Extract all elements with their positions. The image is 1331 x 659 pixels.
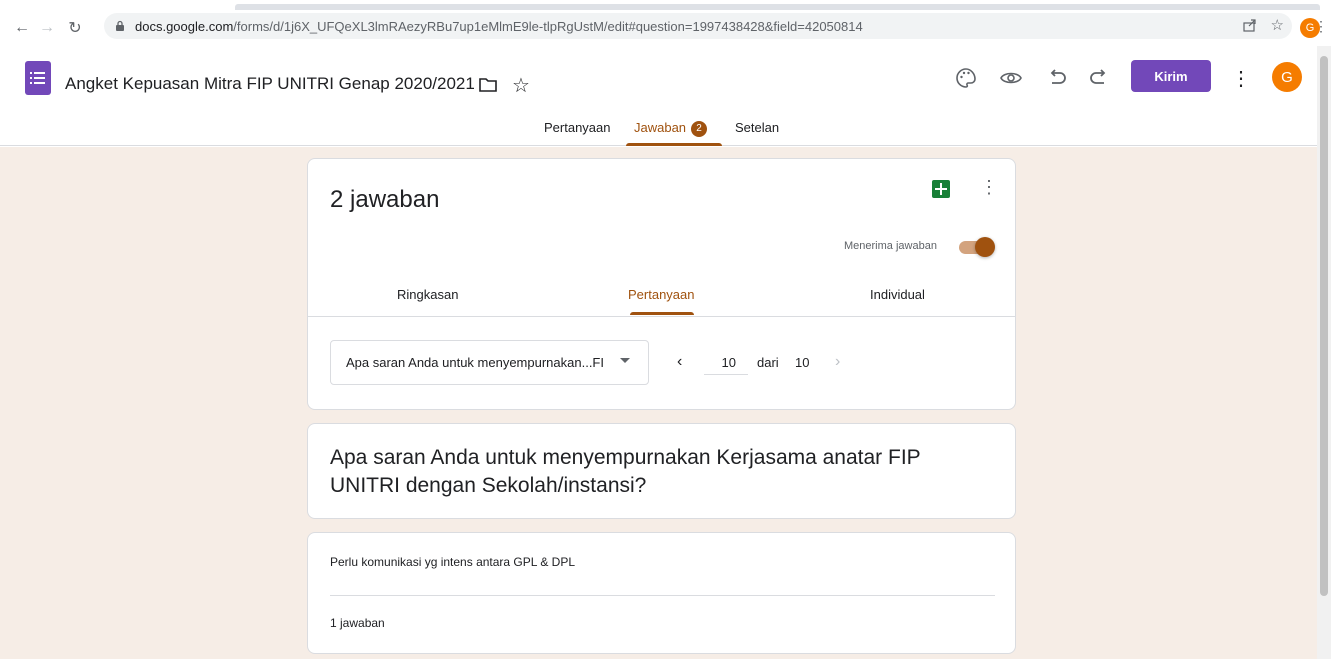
main-tabs: Pertanyaan Jawaban 2 Setelan [0, 112, 1317, 146]
tab-settings[interactable]: Setelan [735, 120, 779, 135]
more-options-icon[interactable]: ⋮ [1229, 66, 1253, 90]
responses-count-badge: 2 [691, 120, 708, 137]
question-title: Apa saran Anda untuk menyempurnakan Kerj… [330, 446, 921, 497]
google-forms-logo[interactable] [25, 61, 51, 95]
accepting-responses-toggle[interactable] [959, 237, 995, 257]
page-scrollbar[interactable] [1317, 46, 1331, 659]
answer-card: Perlu komunikasi yg intens antara GPL & … [307, 532, 1016, 654]
question-card: Apa saran Anda untuk menyempurnakan Kerj… [307, 423, 1016, 519]
tab-responses[interactable]: Jawaban 2 [634, 120, 708, 137]
browser-toolbar: ← → ↻ docs.google.com/forms/d/1j6X_UFQeX… [0, 10, 1331, 46]
pager-of-label: dari [757, 355, 779, 370]
response-count: 2 jawaban [330, 186, 440, 213]
send-button[interactable]: Kirim [1131, 60, 1211, 92]
browser-menu-icon[interactable]: ⋮ [1314, 18, 1328, 35]
forms-header: Angket Kepuasan Mitra FIP UNITRI Genap 2… [0, 46, 1317, 146]
chevron-right-icon[interactable]: › [835, 353, 840, 371]
active-subtab-indicator [630, 312, 694, 315]
reload-icon[interactable]: ↻ [62, 15, 88, 41]
active-tab-indicator [626, 143, 722, 146]
browser-tab-strip [0, 0, 1331, 10]
share-icon[interactable] [1242, 18, 1257, 32]
divider [308, 316, 1015, 317]
scrollbar-thumb[interactable] [1320, 56, 1328, 596]
address-bar[interactable]: docs.google.com/forms/d/1j6X_UFQeXL3lmRA… [104, 13, 1292, 39]
answer-text: Perlu komunikasi yg intens antara GPL & … [330, 555, 576, 569]
subtab-question[interactable]: Pertanyaan [628, 287, 695, 302]
question-number-input[interactable]: 10 [704, 351, 748, 375]
chevron-left-icon[interactable]: ‹ [677, 353, 682, 371]
subtab-summary[interactable]: Ringkasan [397, 287, 458, 302]
star-icon[interactable]: ☆ [512, 73, 530, 98]
url-path: /forms/d/1j6X_UFQeXL3lmRAezyRBu7up1eMlmE… [233, 18, 863, 34]
responses-menu-icon[interactable]: ⋮ [980, 177, 998, 198]
answer-count: 1 jawaban [330, 616, 385, 630]
url-host: docs.google.com [135, 18, 234, 34]
google-sheets-icon[interactable] [932, 180, 950, 198]
bookmark-star-icon[interactable]: ☆ [1271, 16, 1284, 34]
responses-summary-card: 2 jawaban ⋮ Menerima jawaban Ringkasan P… [307, 158, 1016, 410]
tab-responses-label: Jawaban [634, 120, 687, 135]
subtab-individual[interactable]: Individual [870, 287, 925, 302]
accepting-responses-label: Menerima jawaban [844, 240, 937, 252]
back-icon[interactable]: ← [9, 15, 35, 41]
divider [330, 595, 995, 596]
tab-questions[interactable]: Pertanyaan [544, 120, 611, 135]
responses-content: 2 jawaban ⋮ Menerima jawaban Ringkasan P… [0, 147, 1317, 659]
forward-icon[interactable]: → [34, 15, 60, 41]
pager-total: 10 [795, 355, 810, 370]
selected-question-label: Apa saran Anda untuk menyempurnakan...FI [346, 355, 604, 370]
preview-eye-icon[interactable] [999, 66, 1023, 90]
lock-icon [116, 20, 124, 31]
palette-icon[interactable] [954, 66, 978, 90]
account-avatar[interactable]: G [1272, 62, 1302, 92]
undo-icon[interactable] [1045, 66, 1069, 90]
redo-icon[interactable] [1087, 66, 1111, 90]
folder-icon[interactable] [479, 77, 497, 92]
question-select-dropdown[interactable]: Apa saran Anda untuk menyempurnakan...FI [330, 340, 649, 385]
chevron-down-icon [620, 358, 630, 363]
form-title[interactable]: Angket Kepuasan Mitra FIP UNITRI Genap 2… [65, 74, 475, 94]
